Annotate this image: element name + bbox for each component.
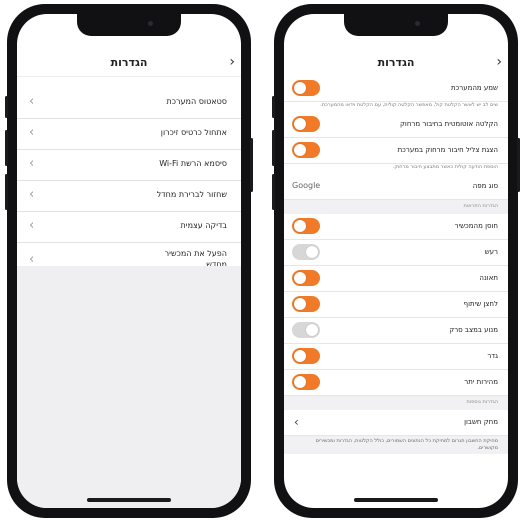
toggle-knob (294, 144, 306, 156)
list-item-label: בדיקה עצמית (180, 221, 227, 230)
setting-label: תאונה (479, 274, 498, 282)
notch (344, 14, 448, 36)
volume-up-button (5, 130, 8, 166)
setting-label: מחק חשבון (464, 418, 498, 426)
list-item-label: שחזור לברירת מחדל (156, 190, 227, 199)
volume-up-button (272, 130, 275, 166)
chevron-left-icon: ‹ (29, 187, 35, 202)
mute-switch (272, 96, 275, 118)
engine-idle-toggle[interactable] (292, 322, 320, 338)
list-item-label: סיסמא הרשת Wi-Fi (159, 159, 227, 168)
home-indicator[interactable] (87, 498, 171, 502)
setting-label: רעש (484, 248, 498, 256)
camera-icon (415, 21, 420, 26)
notch (77, 14, 181, 36)
setting-auto-record-remote: הקלטה אוטומטית בחיבור מרחוק (284, 112, 508, 138)
alert-noise: רעש (284, 240, 508, 266)
setting-label: סוג מפה (472, 182, 498, 190)
settings-list: סטאטוס המערכת ‹ אתחול כרטיס זיכרון ‹ סיס… (17, 88, 241, 280)
phone-right: הגדרות › שמע מהמערכת שים לב יש לאשר הקלט… (272, 4, 520, 518)
toggle-knob (294, 82, 306, 94)
volume-down-button (5, 174, 8, 210)
system-audio-toggle[interactable] (292, 80, 320, 96)
setting-label: הקלטה אוטומטית בחיבור מרחוק (399, 120, 498, 128)
alert-engine-idle: מנוע במצב סרק (284, 318, 508, 344)
page-title: הגדרות (377, 56, 415, 69)
geofence-toggle[interactable] (292, 348, 320, 364)
auto-record-toggle[interactable] (292, 116, 320, 132)
nav-bar: הגדרות › (17, 50, 241, 77)
setting-description: שים לב יש לאשר הקלטת קול, מאפשר הקלטה קו… (284, 102, 508, 112)
back-chevron-icon[interactable]: › (229, 55, 235, 69)
toggle-knob (294, 272, 306, 284)
chevron-left-icon: ‹ (29, 252, 35, 267)
volume-down-button (272, 174, 275, 210)
alert-accident: תאונה (284, 266, 508, 292)
phone-left: הגדרות › סטאטוס המערכת ‹ אתחול כרטיס זיכ… (5, 4, 253, 518)
list-item-label: אתחול כרטיס זיכרון (160, 128, 227, 137)
camera-icon (148, 21, 153, 26)
list-item-self-test[interactable]: בדיקה עצמית ‹ (17, 212, 241, 243)
empty-background (17, 266, 241, 508)
list-item-factory-reset[interactable]: שחזור לברירת מחדל ‹ (17, 181, 241, 212)
screen-right: הגדרות › שמע מהמערכת שים לב יש לאשר הקלט… (284, 14, 508, 508)
section-header-alerts: הגדרות התראות (284, 200, 508, 214)
overspeed-toggle[interactable] (292, 374, 320, 390)
side-button (517, 138, 520, 192)
noise-toggle[interactable] (292, 244, 320, 260)
chevron-left-icon: ‹ (29, 125, 35, 140)
chevron-left-icon: ‹ (29, 156, 35, 171)
toggle-knob (294, 298, 306, 310)
setting-label: גדר (487, 352, 498, 360)
setting-system-audio: שמע מהמערכת (284, 76, 508, 102)
toggle-knob (306, 324, 318, 336)
list-item-label: סטאטוס המערכת (166, 97, 228, 106)
page-title: הגדרות (110, 56, 148, 69)
setting-label: מנוע במצב סרק (449, 326, 498, 334)
mute-switch (5, 96, 8, 118)
map-type-value: Google (292, 181, 321, 190)
setting-label: שמע מהמערכת (450, 84, 498, 92)
list-item-system-status[interactable]: סטאטוס המערכת ‹ (17, 88, 241, 119)
toggle-knob (306, 246, 318, 258)
list-item-wifi-password[interactable]: סיסמא הרשת Wi-Fi ‹ (17, 150, 241, 181)
alert-share-button: לחצן שיתוף (284, 292, 508, 318)
screen-left: הגדרות › סטאטוס המערכת ‹ אתחול כרטיס זיכ… (17, 14, 241, 508)
alert-overspeed: מהירות יתר (284, 370, 508, 396)
setting-delete-account[interactable]: מחק חשבון ‹ (284, 410, 508, 436)
toggle-knob (294, 220, 306, 232)
chevron-left-icon: ‹ (294, 415, 299, 429)
alert-device-tamper: חוסן מהמכשיר (284, 214, 508, 240)
delete-account-description: מחיקת החשבון תגרום למחיקת כל הנתונים השמ… (284, 436, 508, 454)
device-tamper-toggle[interactable] (292, 218, 320, 234)
accident-toggle[interactable] (292, 270, 320, 286)
toggle-knob (294, 376, 306, 388)
setting-label: הצגת צליל חיבור מרחוק במערכת (397, 146, 498, 154)
home-indicator[interactable] (354, 498, 438, 502)
list-item-memory-card-init[interactable]: אתחול כרטיס זיכרון ‹ (17, 119, 241, 150)
setting-label: מהירות יתר (464, 378, 498, 386)
setting-description: הוספת הודעה קולית כאשר מתבצע חיבור מרחוק… (284, 164, 508, 174)
setting-label: לחצן שיתוף (463, 300, 498, 308)
toggle-knob (294, 350, 306, 362)
settings-list: שמע מהמערכת שים לב יש לאשר הקלטת קול, מא… (284, 76, 508, 454)
toggle-knob (294, 118, 306, 130)
section-header-more: הגדרות נוספות (284, 396, 508, 410)
setting-map-type[interactable]: סוג מפה Google (284, 174, 508, 200)
chevron-left-icon: ‹ (29, 94, 35, 109)
alert-geofence: גדר (284, 344, 508, 370)
back-chevron-icon[interactable]: › (496, 55, 502, 69)
setting-remote-sound: הצגת צליל חיבור מרחוק במערכת (284, 138, 508, 164)
nav-bar: הגדרות › (284, 50, 508, 77)
setting-label: חוסן מהמכשיר (454, 222, 498, 230)
side-button (250, 138, 253, 192)
chevron-left-icon: ‹ (29, 218, 35, 233)
remote-sound-toggle[interactable] (292, 142, 320, 158)
share-button-toggle[interactable] (292, 296, 320, 312)
